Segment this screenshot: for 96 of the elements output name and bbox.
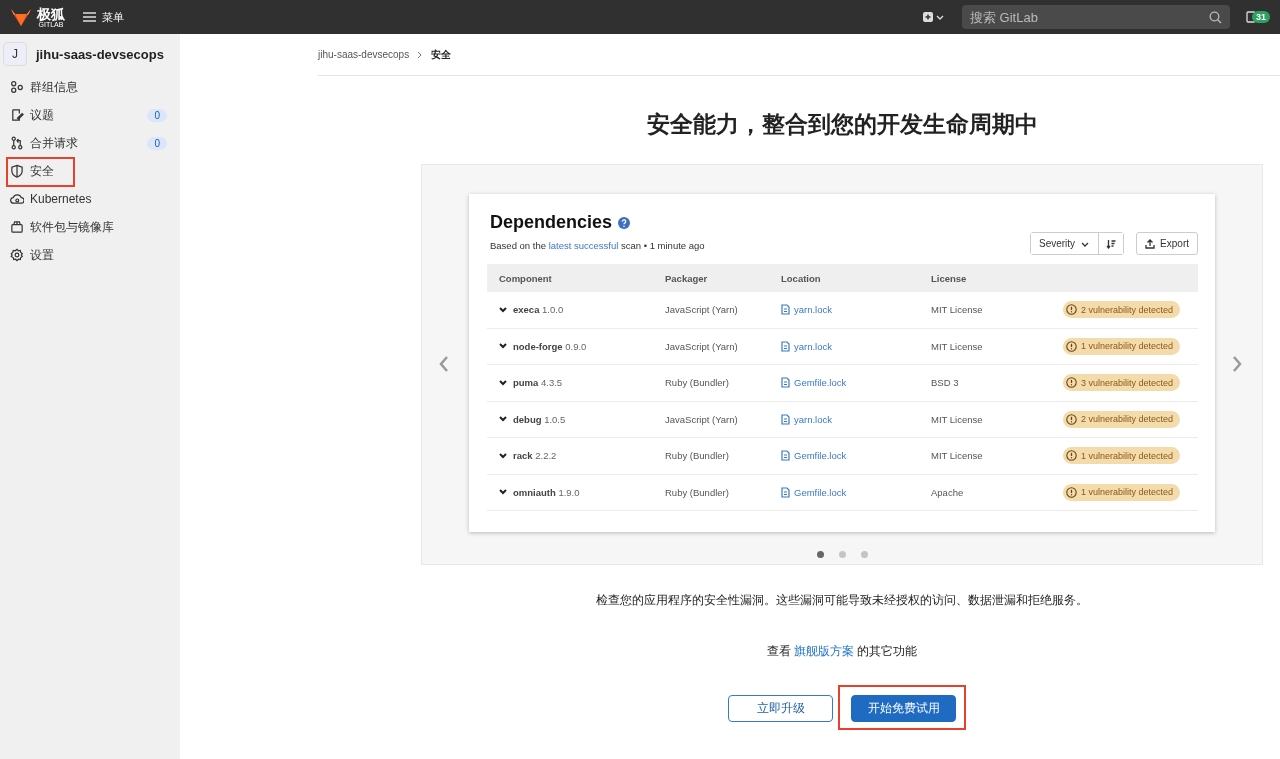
upgrade-button[interactable]: 立即升级 bbox=[728, 695, 833, 722]
chevron-icon[interactable] bbox=[499, 489, 507, 496]
sidebar-item[interactable]: 合并请求 0 bbox=[0, 129, 180, 157]
logo-text: 极狐 bbox=[37, 6, 65, 21]
file-link[interactable]: Gemfile.lock bbox=[781, 486, 931, 498]
table-cell-text: JavaScript (Yarn) bbox=[665, 340, 739, 352]
table-cell-text: JavaScript (Yarn) bbox=[665, 304, 739, 316]
previous-arrow-button[interactable] bbox=[437, 355, 451, 373]
package-icon bbox=[10, 220, 24, 234]
vulnerability-badge: 2 vulnerability detected bbox=[1063, 410, 1181, 428]
vulnerability-badge: 2 vulnerability detected bbox=[1063, 301, 1181, 319]
table-cell-text: MIT License bbox=[931, 450, 984, 462]
component-name: node-forge 0.9.0 bbox=[513, 340, 587, 352]
table-cell-text: Ruby (Bundler) bbox=[665, 450, 730, 462]
shield-icon bbox=[10, 164, 24, 178]
help-icon bbox=[618, 216, 631, 229]
sidebar-item[interactable]: 群组信息 bbox=[0, 73, 180, 101]
menu-icon bbox=[83, 12, 96, 22]
table-cell-text: BSD 3 bbox=[931, 377, 960, 389]
chevron-icon[interactable] bbox=[499, 343, 507, 350]
chevron-icon[interactable] bbox=[499, 452, 507, 459]
description: 检查您的应用程序的安全性漏洞。这些漏洞可能导致未经授权的访问、数据泄漏和拒绝服务。 bbox=[596, 593, 1088, 608]
vulnerability-badge: 1 vulnerability detected bbox=[1063, 447, 1181, 465]
chevron-icon bbox=[417, 50, 424, 59]
export-button[interactable]: Export bbox=[1136, 232, 1198, 255]
count-badge: 0 bbox=[147, 108, 167, 122]
group-avatar: J bbox=[3, 42, 27, 66]
upload-icon bbox=[1145, 238, 1156, 249]
file-link[interactable]: yarn.lock bbox=[781, 413, 931, 425]
menu-button[interactable]: 菜单 bbox=[83, 9, 124, 25]
scan-info: Based on the latest successful scan • 1 minute ago bbox=[490, 240, 705, 251]
breadcrumb-link[interactable]: 安全 bbox=[431, 47, 452, 62]
table-cell-text: MIT License bbox=[931, 304, 984, 316]
vulnerability-badge: 1 vulnerability detected bbox=[1063, 337, 1181, 355]
table-cell-text: MIT License bbox=[931, 413, 984, 425]
sort-icon bbox=[1106, 238, 1117, 249]
sidebar-item[interactable]: 设置 bbox=[0, 241, 180, 269]
plan-link[interactable]: 旗舰版方案 bbox=[794, 645, 854, 657]
file-link[interactable]: Gemfile.lock bbox=[781, 450, 931, 462]
group-icon bbox=[10, 80, 24, 94]
issue-icon bbox=[10, 108, 24, 122]
file-icon bbox=[781, 486, 790, 498]
chevron-icon[interactable] bbox=[499, 306, 507, 313]
trial-button[interactable]: 开始免费试用 bbox=[851, 695, 956, 722]
table-cell-text: MIT License bbox=[931, 340, 984, 352]
file-link[interactable]: Gemfile.lock bbox=[781, 377, 931, 389]
carousel-dot[interactable] bbox=[860, 551, 868, 558]
carousel-dot[interactable] bbox=[838, 551, 846, 558]
next-arrow-button[interactable] bbox=[1230, 355, 1244, 373]
vulnerability-badge: 3 vulnerability detected bbox=[1063, 374, 1181, 392]
table-cell-text: Ruby (Bundler) bbox=[665, 377, 730, 389]
plan-info: 查看 旗舰版方案 的其它功能 bbox=[766, 644, 918, 659]
component-name: execa 1.0.0 bbox=[513, 304, 564, 316]
file-link[interactable]: yarn.lock bbox=[781, 340, 931, 352]
sort-dropdown[interactable]: Severity bbox=[1030, 233, 1100, 254]
column-header: Packager bbox=[665, 272, 709, 284]
count-badge: 0 bbox=[147, 136, 167, 150]
breadcrumb-link[interactable]: jihu-saas-devsecops bbox=[318, 49, 410, 60]
column-header: Component bbox=[498, 272, 553, 284]
search-field[interactable]: 搜索 GitLab bbox=[962, 5, 1230, 29]
table-cell-text: Ruby (Bundler) bbox=[665, 486, 730, 498]
sidebar-item[interactable]: 议题 0 bbox=[0, 101, 180, 129]
column-header: License bbox=[931, 272, 968, 284]
caret-icon bbox=[936, 14, 944, 20]
page-title: 安全能力，整合到您的开发生命周期中 bbox=[646, 110, 1038, 137]
settings-icon bbox=[10, 248, 24, 262]
chevron-icon[interactable] bbox=[499, 379, 507, 386]
sidebar-item[interactable]: 安全 bbox=[0, 157, 180, 185]
sidebar-item[interactable]: 软件包与镜像库 bbox=[0, 213, 180, 241]
sidebar-item[interactable]: Kubernetes bbox=[0, 185, 180, 213]
component-name: debug 1.0.5 bbox=[513, 413, 566, 425]
component-name: puma 4.3.5 bbox=[513, 377, 563, 389]
todo-count: 31 bbox=[1252, 11, 1270, 23]
cloud-icon bbox=[10, 192, 24, 206]
vulnerability-badge: 1 vulnerability detected bbox=[1063, 483, 1181, 501]
search-icon bbox=[1209, 11, 1222, 24]
new-item-button[interactable] bbox=[923, 12, 944, 22]
scan-link[interactable]: latest successful bbox=[548, 240, 619, 251]
todo-icon bbox=[1246, 11, 1256, 23]
merge-request-icon bbox=[10, 136, 24, 150]
chevron-icon[interactable] bbox=[499, 416, 507, 423]
file-icon bbox=[781, 304, 790, 316]
table-cell-text: Apache bbox=[931, 486, 965, 498]
file-icon bbox=[781, 340, 790, 352]
table-cell-text: JavaScript (Yarn) bbox=[665, 413, 739, 425]
plus-icon bbox=[923, 12, 933, 22]
group-name: jihu-saas-devsecops bbox=[36, 46, 164, 62]
file-link[interactable]: yarn.lock bbox=[781, 304, 931, 316]
carousel-dot[interactable] bbox=[816, 551, 824, 558]
file-icon bbox=[781, 377, 790, 389]
file-icon bbox=[781, 450, 790, 462]
card-title: Dependencies bbox=[490, 212, 613, 233]
component-name: rack 2.2.2 bbox=[513, 450, 557, 462]
component-name: omniauth 1.9.0 bbox=[513, 486, 580, 498]
file-icon bbox=[781, 413, 790, 425]
column-header: Location bbox=[781, 272, 822, 284]
